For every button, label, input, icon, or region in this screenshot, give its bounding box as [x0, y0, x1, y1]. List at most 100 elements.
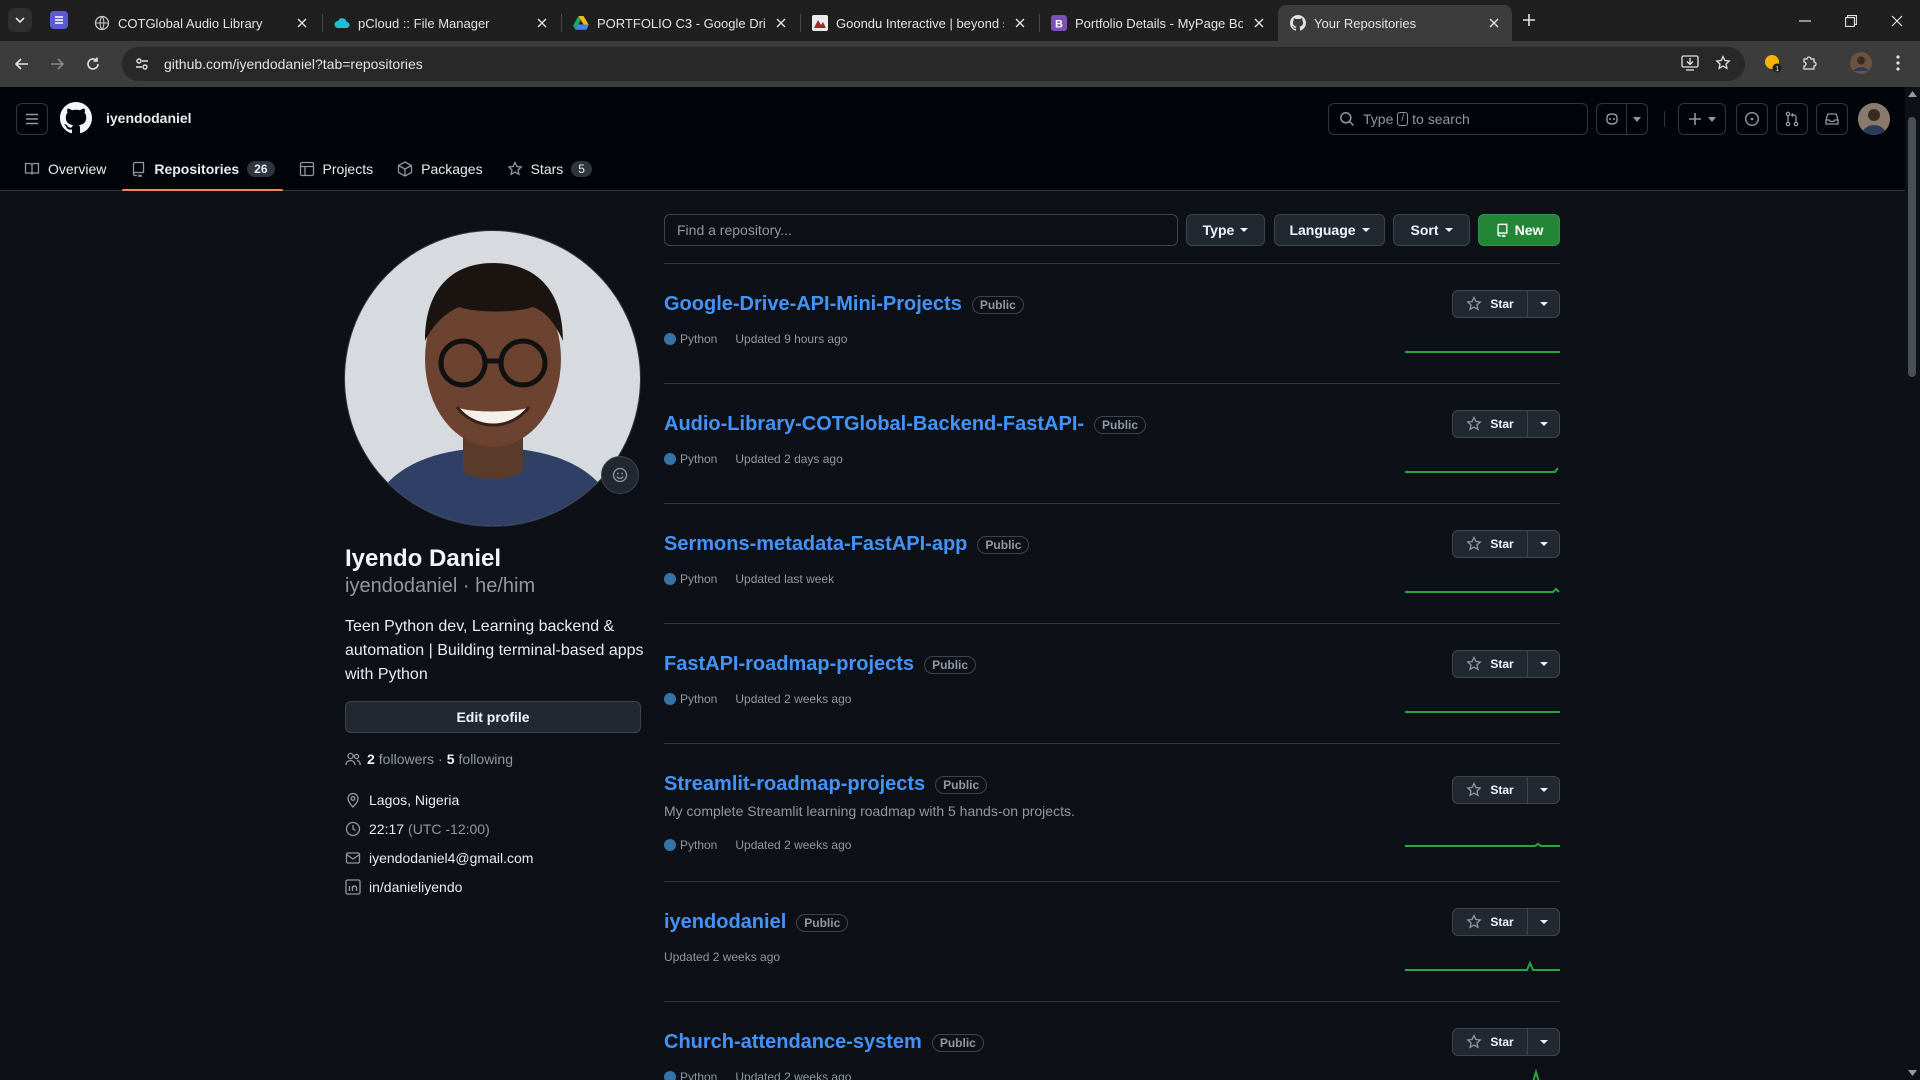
close-icon[interactable]	[534, 15, 550, 31]
find-repository-input[interactable]	[664, 214, 1178, 246]
type-filter-button[interactable]: Type	[1186, 214, 1265, 246]
profile-avatar[interactable]	[344, 230, 641, 527]
repo-language: Python	[680, 452, 718, 466]
visibility-badge: Public	[796, 913, 849, 932]
page-scrollbar[interactable]	[1905, 87, 1920, 1080]
new-tab-button[interactable]	[1517, 8, 1541, 32]
follow-stats: 2 followers · 5 following	[345, 751, 513, 767]
copilot-icon	[1605, 113, 1618, 125]
star-list-dropdown[interactable]	[1528, 530, 1560, 558]
tab-repositories[interactable]: Repositories 26	[122, 147, 283, 191]
browser-tab-active[interactable]: Your Repositories	[1278, 5, 1512, 41]
notifications-button[interactable]	[1816, 103, 1848, 135]
following-link[interactable]: 5 following	[447, 751, 513, 767]
reload-button[interactable]	[81, 52, 105, 76]
star-list-dropdown[interactable]	[1528, 650, 1560, 678]
browser-tab-4[interactable]: Goondu Interactive | beyond se	[800, 5, 1038, 41]
linkedin-link[interactable]: in/danieliyendo	[369, 879, 462, 895]
copilot-button[interactable]	[1596, 103, 1648, 135]
star-icon	[1466, 416, 1482, 431]
repo-name-link[interactable]: iyendodaniel	[664, 911, 786, 934]
repo-updated: Updated 2 weeks ago	[735, 692, 852, 706]
star-button[interactable]: Star	[1452, 908, 1528, 936]
close-icon[interactable]	[773, 15, 789, 31]
scroll-up-arrow-icon[interactable]	[1908, 91, 1917, 97]
create-new-button[interactable]	[1678, 103, 1726, 135]
tab-search-button[interactable]	[8, 8, 32, 32]
star-list-dropdown[interactable]	[1528, 908, 1560, 936]
sort-filter-button[interactable]: Sort	[1393, 214, 1470, 246]
header-username-link[interactable]: iyendodaniel	[106, 110, 192, 126]
pull-request-icon	[1785, 111, 1799, 127]
browser-tab-2[interactable]: pCloud :: File Manager	[322, 5, 560, 41]
browser-tab-3[interactable]: PORTFOLIO C3 - Google Drive	[561, 5, 799, 41]
repo-name-link[interactable]: Audio-Library-COTGlobal-Backend-FastAPI-	[664, 413, 1084, 436]
browser-menu-button[interactable]	[1884, 49, 1912, 77]
pinned-extension-tab[interactable]	[50, 11, 68, 29]
followers-link[interactable]: 2 followers	[367, 751, 434, 767]
following-label: following	[458, 751, 513, 767]
header-divider	[1664, 111, 1665, 127]
minimize-button[interactable]	[1782, 0, 1828, 41]
star-list-dropdown[interactable]	[1528, 410, 1560, 438]
repo-name-link[interactable]: Sermons-metadata-FastAPI-app	[664, 533, 967, 556]
scrollbar-thumb[interactable]	[1908, 117, 1916, 377]
browser-tab-1[interactable]: COTGlobal Audio Library	[82, 5, 320, 41]
global-search-input[interactable]: Type / to search	[1328, 103, 1588, 135]
github-logo-icon[interactable]	[60, 102, 92, 134]
install-icon	[1681, 55, 1699, 71]
tab-packages[interactable]: Packages	[389, 147, 490, 191]
language-color-dot	[664, 333, 676, 345]
extensions-menu-button[interactable]	[1795, 49, 1823, 77]
star-button[interactable]: Star	[1452, 530, 1528, 558]
star-button[interactable]: Star	[1452, 410, 1528, 438]
forward-button[interactable]	[45, 52, 69, 76]
site-info-icon[interactable]	[132, 54, 152, 74]
tab-stars[interactable]: Stars 5	[499, 147, 600, 191]
star-button[interactable]: Star	[1452, 650, 1528, 678]
window-close-button[interactable]	[1874, 0, 1920, 41]
repo-name-link[interactable]: Church-attendance-system	[664, 1031, 922, 1054]
back-button[interactable]	[10, 52, 34, 76]
restore-button[interactable]	[1828, 0, 1874, 41]
visibility-badge: Public	[977, 535, 1030, 554]
global-nav-button[interactable]	[16, 103, 48, 135]
repo-title-row: Audio-Library-COTGlobal-Backend-FastAPI-…	[664, 413, 1147, 436]
language-filter-button[interactable]: Language	[1274, 214, 1385, 246]
browser-profile-button[interactable]	[1847, 49, 1875, 77]
close-icon[interactable]	[1486, 15, 1502, 31]
repo-title-row: Sermons-metadata-FastAPI-app Public	[664, 533, 1030, 556]
close-icon[interactable]	[294, 15, 310, 31]
user-avatar-button[interactable]	[1858, 103, 1890, 135]
star-list-dropdown[interactable]	[1528, 776, 1560, 804]
browser-tab-5[interactable]: B Portfolio Details - MyPage Boot	[1039, 5, 1277, 41]
pull-requests-button[interactable]	[1776, 103, 1808, 135]
tab-overview[interactable]: Overview	[16, 147, 114, 191]
tab-projects[interactable]: Projects	[291, 147, 382, 191]
star-button[interactable]: Star	[1452, 776, 1528, 804]
address-bar[interactable]: github.com/iyendodaniel?tab=repositories	[122, 47, 1745, 81]
extension-button[interactable]: 1	[1759, 49, 1787, 77]
repo-name-link[interactable]: FastAPI-roadmap-projects	[664, 653, 914, 676]
new-repository-button[interactable]: New	[1478, 214, 1560, 246]
repo-updated: Updated 2 weeks ago	[735, 1070, 852, 1080]
scroll-down-arrow-icon[interactable]	[1908, 1070, 1917, 1076]
edit-profile-button[interactable]: Edit profile	[345, 701, 641, 733]
install-app-button[interactable]	[1676, 49, 1704, 77]
email-link[interactable]: iyendodaniel4@gmail.com	[369, 850, 533, 866]
issues-button[interactable]	[1736, 103, 1768, 135]
star-list-dropdown[interactable]	[1528, 1028, 1560, 1056]
star-button[interactable]: Star	[1452, 290, 1528, 318]
repo-name-link[interactable]: Google-Drive-API-Mini-Projects	[664, 293, 962, 316]
close-icon[interactable]	[1012, 15, 1028, 31]
set-status-button[interactable]	[601, 456, 639, 494]
star-button[interactable]: Star	[1452, 1028, 1528, 1056]
close-icon[interactable]	[1251, 15, 1267, 31]
bookmark-button[interactable]	[1709, 49, 1737, 77]
repo-name-link[interactable]: Streamlit-roadmap-projects	[664, 773, 925, 796]
activity-sparkline	[1405, 467, 1559, 473]
caret-down-icon	[1539, 662, 1548, 666]
issue-opened-icon	[1744, 111, 1760, 127]
star-list-dropdown[interactable]	[1528, 290, 1560, 318]
activity-sparkline	[1532, 1068, 1540, 1080]
